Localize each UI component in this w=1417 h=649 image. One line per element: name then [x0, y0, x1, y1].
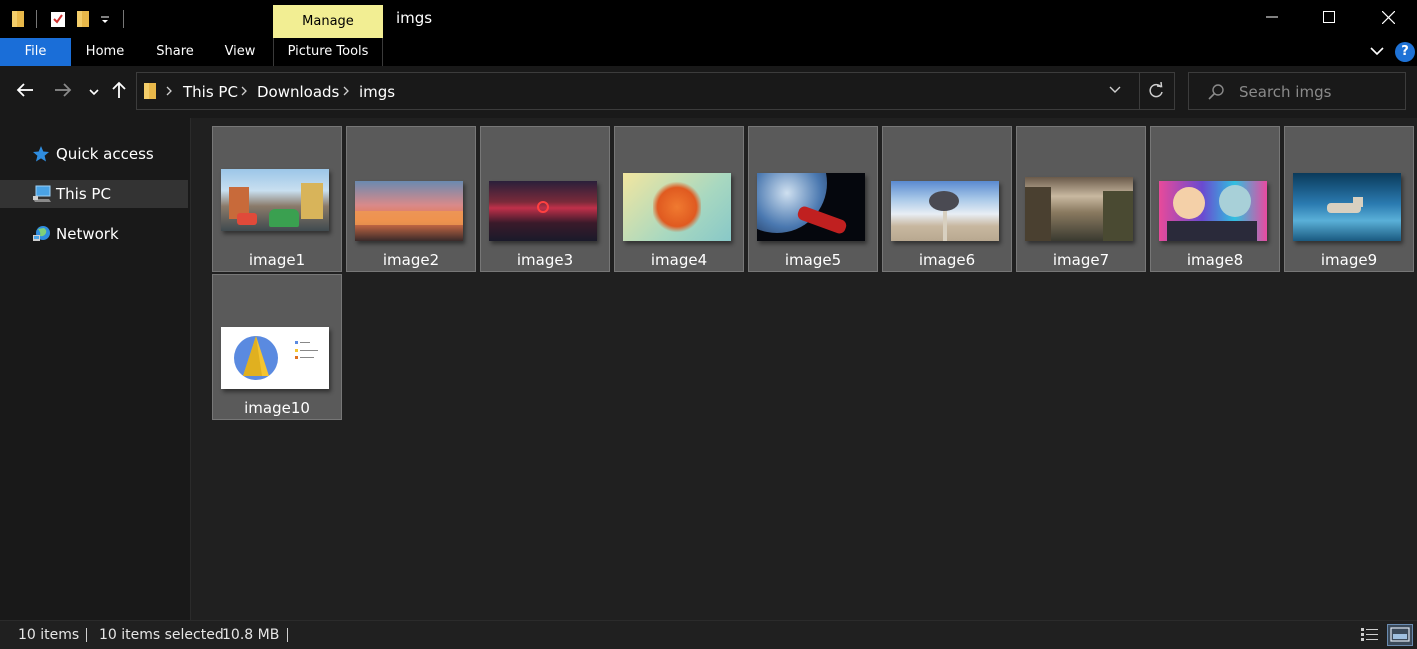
image-thumbnail	[355, 181, 463, 241]
search-box[interactable]: Search imgs	[1188, 72, 1406, 110]
computer-icon	[32, 185, 51, 203]
chevron-right-icon[interactable]	[342, 85, 350, 101]
file-name: image9	[1320, 251, 1378, 269]
help-icon[interactable]: ?	[1395, 42, 1415, 62]
tab-share[interactable]: Share	[146, 38, 204, 66]
file-item[interactable]: image4	[614, 126, 744, 272]
file-item[interactable]: image7	[1016, 126, 1146, 272]
title-bar: Manage imgs	[0, 0, 1417, 38]
forward-button[interactable]	[51, 80, 75, 104]
file-item[interactable]: image9	[1284, 126, 1414, 272]
selection-size: 10.8 MB	[222, 627, 280, 643]
search-icon	[1207, 83, 1225, 105]
refresh-icon[interactable]	[1147, 81, 1165, 104]
image-thumbnail	[1159, 181, 1267, 241]
sidebar-item-label: Quick access	[56, 145, 154, 163]
selection-count: 10 items selected	[99, 627, 224, 643]
tab-home[interactable]: Home	[76, 38, 134, 66]
ribbon-tabs: File Home Share View Picture Tools ?	[0, 38, 1417, 66]
expand-ribbon-icon[interactable]	[1369, 44, 1385, 62]
minimize-icon	[1266, 11, 1278, 27]
properties-icon[interactable]	[50, 10, 66, 28]
chevron-down-icon[interactable]	[1108, 84, 1122, 99]
file-name: image5	[784, 251, 842, 269]
file-name: image7	[1052, 251, 1110, 269]
status-separator	[86, 628, 87, 642]
up-button[interactable]	[107, 80, 131, 104]
sidebar-item-network[interactable]: Network	[0, 220, 188, 248]
file-name: image2	[382, 251, 440, 269]
address-bar[interactable]: This PC Downloads imgs	[136, 72, 1175, 110]
breadcrumb-imgs[interactable]: imgs	[359, 83, 395, 101]
file-name: image4	[650, 251, 708, 269]
breadcrumb-this-pc[interactable]: This PC	[183, 83, 238, 101]
image-thumbnail	[1025, 177, 1133, 241]
image-thumbnail	[757, 173, 865, 241]
item-count: 10 items	[18, 627, 80, 643]
sidebar-item-this-pc[interactable]: This PC	[0, 180, 188, 208]
file-item[interactable]: image8	[1150, 126, 1280, 272]
file-item[interactable]: image6	[882, 126, 1012, 272]
back-arrow-icon	[16, 83, 34, 101]
file-name: image6	[918, 251, 976, 269]
image-thumbnail	[623, 173, 731, 241]
sidebar-item-quick-access[interactable]: Quick access	[0, 140, 188, 168]
folder-icon[interactable]	[11, 10, 27, 28]
navigation-pane: Quick access This PC Network	[0, 118, 191, 620]
status-separator	[287, 628, 288, 642]
back-button[interactable]	[13, 80, 37, 104]
recent-locations-button[interactable]	[82, 80, 106, 104]
folder-icon	[143, 82, 157, 104]
sidebar-item-label: Network	[56, 225, 119, 243]
file-item[interactable]: image10	[212, 274, 342, 420]
file-item[interactable]: image1	[212, 126, 342, 272]
maximize-icon	[1323, 11, 1335, 27]
details-view-icon[interactable]	[1360, 626, 1380, 644]
tab-manage[interactable]: Manage	[273, 5, 383, 38]
status-bar: 10 items 10 items selected 10.8 MB	[0, 620, 1417, 649]
customize-quick-access-icon[interactable]	[100, 14, 116, 32]
image-thumbnail	[221, 327, 329, 389]
network-icon	[32, 225, 50, 243]
breadcrumb-downloads[interactable]: Downloads	[257, 83, 339, 101]
forward-arrow-icon	[54, 83, 72, 101]
pie-chart-thumbnail	[234, 336, 318, 380]
image-thumbnail	[1293, 173, 1401, 241]
image-thumbnail	[221, 169, 329, 231]
address-divider	[1139, 73, 1140, 109]
image-thumbnail	[891, 181, 999, 241]
up-arrow-icon	[112, 81, 126, 103]
minimize-button[interactable]	[1243, 0, 1301, 38]
chevron-right-icon[interactable]	[240, 85, 248, 101]
file-list-pane: image1 image2 image3 image4 image5 image…	[191, 118, 1417, 620]
sidebar-item-label: This PC	[56, 185, 111, 203]
maximize-button[interactable]	[1300, 0, 1358, 38]
tab-view[interactable]: View	[214, 38, 266, 66]
star-icon	[32, 145, 50, 163]
large-icons-view-icon[interactable]	[1387, 624, 1413, 646]
close-icon	[1381, 10, 1395, 28]
chevron-right-icon[interactable]	[165, 85, 173, 101]
new-folder-icon[interactable]	[76, 10, 92, 28]
tab-file[interactable]: File	[0, 38, 71, 66]
file-item[interactable]: image3	[480, 126, 610, 272]
file-item[interactable]: image2	[346, 126, 476, 272]
close-button[interactable]	[1359, 0, 1417, 38]
file-name: image3	[516, 251, 574, 269]
chevron-down-icon	[89, 85, 99, 100]
image-thumbnail	[489, 181, 597, 241]
file-name: image1	[248, 251, 306, 269]
file-item[interactable]: image5	[748, 126, 878, 272]
window-title: imgs	[396, 9, 433, 27]
file-name: image10	[244, 399, 310, 417]
tab-picture-tools[interactable]: Picture Tools	[273, 38, 383, 66]
search-input[interactable]: Search imgs	[1239, 83, 1331, 101]
file-name: image8	[1186, 251, 1244, 269]
quick-access-separator	[36, 10, 37, 28]
quick-access-separator	[123, 10, 124, 28]
navigation-bar: This PC Downloads imgs Search imgs	[0, 66, 1417, 118]
